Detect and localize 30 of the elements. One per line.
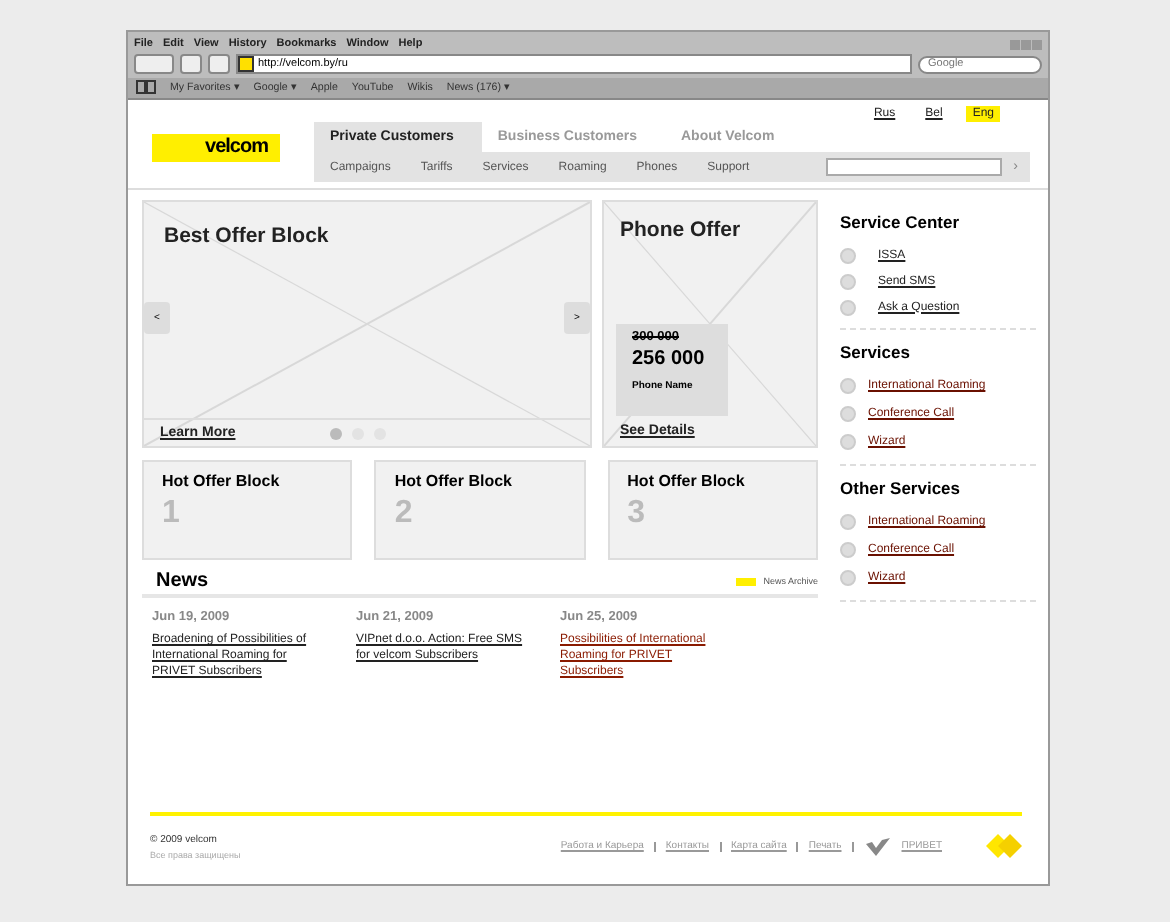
section-heading: Service Center	[840, 212, 962, 232]
bullet-icon	[840, 434, 856, 450]
book-icon	[136, 80, 156, 94]
section-heading: Other Services	[840, 478, 963, 498]
card-title: Hot Offer Block	[162, 472, 282, 490]
section-heading: Services	[840, 342, 912, 362]
back-forward-button[interactable]	[134, 54, 174, 74]
favicon-icon	[238, 56, 254, 72]
search-field[interactable]	[825, 158, 1002, 176]
diamond-logo-icon	[986, 832, 1022, 860]
slide-dot[interactable]	[329, 427, 342, 439]
add-button[interactable]	[208, 54, 230, 74]
bullet-icon	[840, 570, 856, 586]
logo[interactable]: velcom	[152, 134, 280, 162]
bullet-icon	[840, 406, 856, 422]
price: 256 000	[632, 348, 707, 370]
card-title: Phone Offer	[618, 216, 743, 246]
section-heading: News	[156, 570, 211, 592]
window-controls-icon	[1010, 39, 1042, 49]
bullet-icon	[840, 299, 856, 315]
card-title: Hot Offer Block	[394, 472, 514, 490]
bullet-icon	[840, 273, 856, 289]
bullet-icon	[840, 514, 856, 530]
reload-button[interactable]	[180, 54, 202, 74]
banner-title: Best Offer Block	[162, 222, 331, 252]
card-title: Hot Offer Block	[627, 472, 747, 490]
bullet-icon	[840, 247, 856, 263]
brand-logo-icon	[863, 835, 892, 857]
bullet-icon	[840, 542, 856, 558]
bullet-icon	[840, 378, 856, 394]
